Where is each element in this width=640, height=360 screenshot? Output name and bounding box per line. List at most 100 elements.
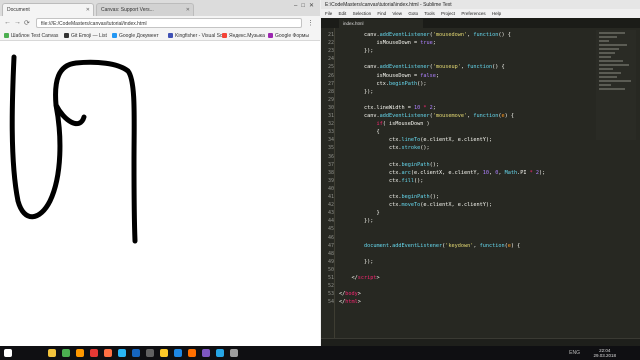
taskbar-clock[interactable]: 22:04 29.03.2018 — [593, 348, 616, 358]
menu-item-selection[interactable]: Selection — [353, 11, 372, 16]
illustrator-icon[interactable] — [188, 349, 196, 357]
editor-tab-label: index.html — [343, 21, 364, 26]
minimap[interactable] — [596, 30, 636, 140]
address-text: file:///E:/CodeMasters/canvas/tutorial/i… — [41, 21, 147, 27]
code-token: document — [364, 242, 389, 249]
code-token: moveTo — [401, 202, 421, 209]
code-token: isMouseDown = — [376, 72, 421, 79]
code-token: (e.clientX, e.clientY); — [420, 137, 493, 144]
code-line: if( isMouseDown ) — [339, 121, 430, 129]
chrome-icon[interactable] — [62, 349, 70, 357]
bookmark-label: Google Документ — [119, 33, 159, 39]
line-number: 31 — [327, 113, 334, 119]
line-number: 41 — [327, 194, 334, 200]
drawing-canvas[interactable] — [0, 41, 320, 346]
line-number: 21 — [327, 32, 334, 38]
code-token: } — [376, 210, 380, 217]
menu-item-preferences[interactable]: Preferences — [461, 11, 485, 16]
code-token: ctx. — [388, 137, 402, 144]
bookmark-item[interactable]: Kingfisher - Visual So — [168, 33, 223, 39]
skype-icon[interactable] — [118, 349, 126, 357]
browser-tab-canvas[interactable]: Canvas: Support Vers... ✕ — [96, 3, 194, 16]
editor-tab-index-html[interactable]: index.html — [339, 19, 423, 28]
menu-item-file[interactable]: File — [325, 11, 332, 16]
code-line: isMouseDown = false; — [339, 72, 438, 81]
photoshop-icon[interactable] — [132, 349, 140, 357]
editor-title: E:\CodeMasters\canvas\tutorial\index.htm… — [325, 2, 452, 8]
bookmark-icon — [168, 33, 173, 38]
sublime-text-icon[interactable] — [76, 349, 84, 357]
bookmark-item[interactable]: Google Формы — [268, 33, 309, 39]
code-token: addEventListener — [392, 242, 443, 249]
code-line: }); — [339, 259, 373, 267]
menu-item-view[interactable]: View — [392, 11, 402, 16]
bookmark-item[interactable]: Google Документ — [112, 33, 159, 39]
code-line: } — [339, 210, 380, 218]
code-area[interactable]: canv.addEventListener('mousedown', funct… — [339, 28, 589, 346]
line-number: 44 — [327, 218, 334, 225]
code-token: (); — [429, 194, 439, 200]
tray-language[interactable]: ENG — [569, 350, 580, 356]
menu-icon[interactable]: ⋮ — [307, 19, 314, 27]
menu-item-help[interactable]: Help — [492, 11, 501, 16]
code-token: true — [420, 40, 433, 47]
code-token: script — [357, 275, 377, 281]
line-number: 34 — [327, 137, 334, 144]
window-controls[interactable]: –□✕ — [294, 2, 318, 9]
code-token: beginPath — [401, 161, 430, 168]
code-token: function — [467, 64, 493, 71]
line-number: 39 — [327, 177, 334, 184]
close-icon[interactable]: ✕ — [86, 7, 90, 13]
code-token: 'mousemove' — [432, 113, 468, 119]
code-token: > — [357, 291, 361, 298]
bookmark-icon — [112, 33, 117, 38]
opera-icon[interactable] — [90, 349, 98, 357]
line-number: 25 — [327, 64, 334, 71]
editor-title-bar: E:\CodeMasters\canvas\tutorial\index.htm… — [321, 0, 640, 9]
code-token: (); — [413, 177, 424, 184]
forward-icon[interactable]: → — [14, 19, 21, 26]
bookmark-item[interactable]: Git Emoji — List — [64, 33, 107, 39]
windows-start-icon[interactable] — [4, 349, 12, 357]
menu-item-edit[interactable]: Edit — [339, 11, 347, 16]
back-icon[interactable]: ← — [4, 19, 11, 26]
code-token: (e.clientX, e.clientY, — [410, 169, 483, 176]
telegram-icon[interactable] — [216, 349, 224, 357]
bookmark-icon — [222, 33, 227, 38]
code-token: beginPath — [388, 80, 418, 87]
menu-item-tools[interactable]: Tools — [424, 11, 435, 16]
menu-item-goto[interactable]: Goto — [408, 11, 418, 16]
code-line: canv.addEventListener('mousemove', funct… — [339, 113, 514, 121]
menu-item-project[interactable]: Project — [441, 11, 455, 16]
bookmark-item[interactable]: Шаблон Test Canvas — [4, 33, 58, 39]
file-explorer-icon[interactable] — [48, 349, 56, 357]
code-line: ctx.lineWidth = 10 * 2; — [339, 105, 436, 113]
terminal-icon[interactable] — [146, 349, 154, 357]
code-token: function — [479, 242, 505, 249]
address-bar[interactable]: file:///E:/CodeMasters/canvas/tutorial/i… — [36, 18, 302, 28]
code-token: 'mousedown' — [432, 32, 468, 38]
code-line: ctx.beginPath(); — [339, 162, 439, 170]
code-token: stroke — [401, 145, 421, 152]
code-token: canv. — [364, 64, 380, 71]
code-token: > — [376, 275, 380, 281]
browser-tab-document[interactable]: Document ✕ — [2, 3, 94, 16]
code-token: body — [345, 291, 358, 298]
vscode-icon[interactable] — [174, 349, 182, 357]
media-player-icon[interactable] — [202, 349, 210, 357]
line-number: 52 — [327, 283, 334, 290]
close-icon[interactable]: ✕ — [186, 7, 190, 13]
code-line: ctx.beginPath(); — [339, 194, 439, 202]
bookmark-item[interactable]: Яндекс.Музыка — [222, 33, 265, 39]
firefox-icon[interactable] — [104, 349, 112, 357]
menu-item-find[interactable]: Find — [377, 11, 386, 16]
code-token: ctx. — [388, 169, 402, 176]
code-token: ( isMouseDown ) — [382, 121, 430, 128]
code-token: ctx. — [388, 161, 402, 168]
code-token: addEventListener — [379, 113, 430, 119]
mail-icon[interactable] — [230, 349, 238, 357]
folder-icon[interactable] — [160, 349, 168, 357]
browser-toolbar: ← → ⟳ file:///E:/CodeMasters/canvas/tuto… — [0, 16, 320, 30]
reload-icon[interactable]: ⟳ — [24, 19, 30, 27]
code-line: }); — [339, 218, 373, 226]
